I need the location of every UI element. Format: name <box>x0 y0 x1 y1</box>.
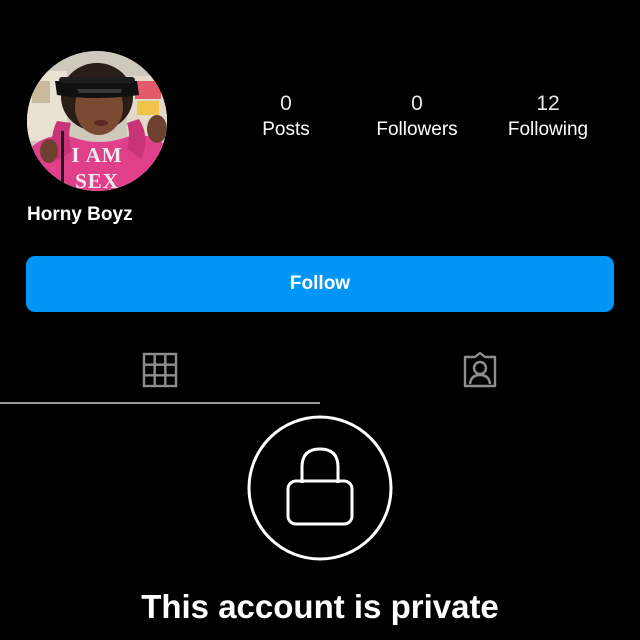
tagged-person-icon <box>463 351 497 388</box>
grid-icon <box>142 352 178 388</box>
lock-icon <box>247 415 393 561</box>
followers-stat[interactable]: 0 Followers <box>352 92 482 144</box>
followers-label: Followers <box>376 119 458 140</box>
avatar-shirt-text-line1: I AM <box>71 143 123 167</box>
posts-label: Posts <box>262 119 310 140</box>
tab-posts-grid[interactable] <box>0 336 320 404</box>
followers-count: 0 <box>411 92 423 115</box>
tab-tagged[interactable] <box>320 336 640 404</box>
profile-screen: I AM SEX 0 Posts 0 Followers 12 Followin… <box>0 0 640 640</box>
following-label: Following <box>507 119 589 140</box>
posts-count: 0 <box>280 92 292 115</box>
following-count: 12 <box>536 92 560 115</box>
avatar-shirt-text-line2: SEX <box>75 169 119 191</box>
profile-username: Horny Boyz <box>27 204 133 225</box>
profile-avatar[interactable]: I AM SEX <box>27 51 167 191</box>
active-tab-indicator <box>0 402 320 404</box>
following-stat[interactable]: 12 Following <box>483 92 613 144</box>
posts-stat: 0 Posts <box>221 92 351 144</box>
follow-button[interactable]: Follow <box>26 256 614 312</box>
private-account-title: This account is private <box>141 588 499 625</box>
